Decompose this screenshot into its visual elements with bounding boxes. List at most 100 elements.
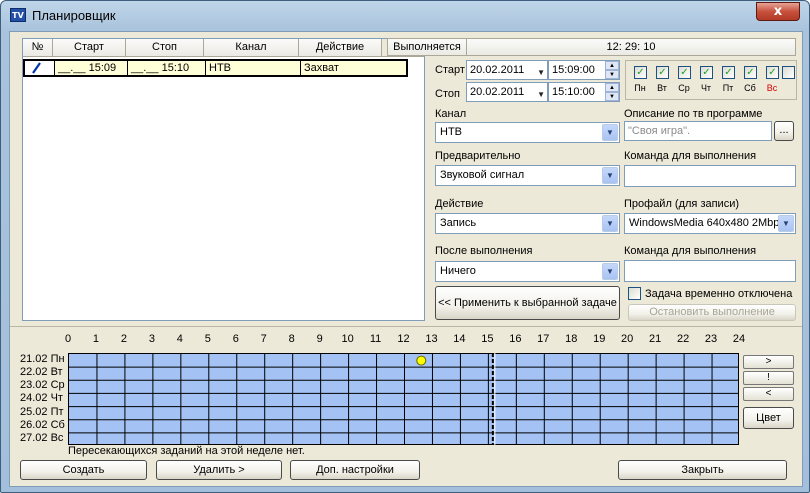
task-list[interactable]: № Старт Стоп Канал Действие __.__ 15:09 … [22,38,425,321]
hour-label: 21 [649,333,662,345]
cmd2-input[interactable] [624,260,796,282]
window-title: Планировщик [32,8,116,23]
start-time-input[interactable]: 15:09:00 ▲ ▼ [548,60,620,80]
app-tv-icon: TV [10,8,26,22]
day-checkbox-sat[interactable]: ✓ [744,66,757,79]
hour-label: 11 [369,333,382,345]
extra-settings-button[interactable]: Доп. настройки [290,460,420,480]
current-time-clock: 12: 29: 10 [466,38,796,56]
all-days-checkbox[interactable] [782,66,795,79]
spin-down-icon[interactable]: ▼ [605,70,619,79]
day-row-label: 23.02 Ср [20,379,65,392]
pre-select[interactable]: Звуковой сигнал ▼ [435,165,620,186]
day-row-label: 27.02 Вс [20,431,64,444]
chevron-down-icon[interactable]: ▼ [778,215,794,232]
stop-time-input[interactable]: 15:10:00 ▲ ▼ [548,82,620,102]
cmd1-label: Команда для выполнения [624,150,757,162]
day-checkbox-fri[interactable]: ✓ [722,66,735,79]
col-action[interactable]: Действие [299,39,382,56]
hour-label: 19 [593,333,606,345]
col-start[interactable]: Старт [53,39,126,56]
hour-label: 2 [120,333,127,345]
next-week-button[interactable]: > [743,355,794,369]
chevron-down-icon[interactable]: ▼ [602,124,618,141]
cmd2-label: Команда для выполнения [624,245,757,257]
col-channel[interactable]: Канал [204,39,299,56]
stop-execution-button[interactable]: Остановить выполнение [628,304,796,321]
col-number[interactable]: № [23,39,53,56]
col-executing[interactable]: Выполняется [387,38,467,56]
day-row-label: 24.02 Чт [20,392,63,405]
disable-task-checkbox[interactable] [628,287,641,300]
channel-select[interactable]: НТВ ▼ [435,122,620,143]
after-select[interactable]: Ничего ▼ [435,261,620,282]
channel-value: НТВ [440,126,462,138]
day-checkbox-sun[interactable]: ✓ [766,66,779,79]
hour-label: 0 [64,333,72,345]
cmd1-input[interactable] [624,165,796,187]
day-checkbox-tue[interactable]: ✓ [656,66,669,79]
spin-down-icon[interactable]: ▼ [605,92,619,101]
hour-label: 9 [316,333,323,345]
title-bar[interactable]: TV Планировщик x [1,1,809,31]
create-button[interactable]: Создать [20,460,147,480]
stop-label: Стоп [435,88,460,100]
day-row-label: 26.02 Сб [20,418,65,431]
spin-up-icon[interactable]: ▲ [605,83,619,92]
day-checkbox-thu[interactable]: ✓ [700,66,713,79]
hour-label: 15 [481,333,494,345]
disable-task-label: Задача временно отключена [645,288,793,300]
action-select[interactable]: Запись ▼ [435,213,620,234]
after-label: После выполнения [435,245,533,257]
browse-button[interactable]: ... [774,121,794,141]
chevron-down-icon: ▼ [537,90,545,99]
description-field[interactable]: "Своя игра". [624,121,772,141]
stop-date-value: 20.02.2011 [470,86,525,98]
stop-time-spinner[interactable]: ▲ ▼ [605,83,619,101]
day-row-label: 22.02 Вт [20,366,63,379]
chevron-down-icon[interactable]: ▼ [602,263,618,280]
start-date-value: 20.02.2011 [470,64,525,76]
day-checkbox-mon[interactable]: ✓ [634,66,647,79]
day-label-thu: Чт [700,83,712,93]
start-time-value: 15:09:00 [552,64,595,76]
hour-label: 4 [176,333,183,345]
hour-label: 23 [704,333,718,345]
apply-to-selected-button[interactable]: << Применить к выбранной задаче [435,286,620,320]
delete-button[interactable]: Удалить > [156,460,282,480]
start-time-spinner[interactable]: ▲ ▼ [605,61,619,79]
profile-select[interactable]: WindowsMedia 640x480 2Mbp: ▼ [624,213,796,234]
stop-date-picker[interactable]: 20.02.2011 ▼ [466,82,548,102]
profile-label: Профайл (для записи) [624,198,740,210]
table-row[interactable]: __.__ 15:09 __.__ 15:10 НТВ Захват [23,59,408,77]
row-stop: __.__ 15:10 [128,61,206,75]
chevron-down-icon[interactable]: ▼ [602,215,618,232]
current-week-button[interactable]: ! [743,371,794,385]
action-value: Запись [440,217,477,229]
week-grid-svg [68,353,739,445]
hour-label: 5 [204,333,211,345]
day-label-sun: Вс [766,83,778,93]
window-close-button[interactable]: x [756,2,800,21]
channel-label: Канал [435,108,467,120]
color-button[interactable]: Цвет [743,407,794,429]
week-timeline-panel: 0 1 2 3 4 5 6 7 8 9 10 11 12 13 14 15 16 17 18 19 20 21 22 23 24… [10,326,802,458]
day-label-tue: Вт [657,83,667,93]
hour-label: 7 [260,333,267,345]
start-date-picker[interactable]: 20.02.2011 ▼ [466,60,548,80]
hour-label: 20 [621,333,634,345]
chevron-down-icon[interactable]: ▼ [602,167,618,184]
hour-label: 14 [453,333,466,345]
close-button[interactable]: Закрыть [618,460,787,480]
hour-label: 1 [92,333,100,345]
after-value: Ничего [440,265,476,277]
spin-up-icon[interactable]: ▲ [605,61,619,70]
hour-label: 8 [288,333,295,345]
scheduler-window: TV Планировщик x № Старт Стоп Канал Дейс… [0,0,810,493]
col-stop[interactable]: Стоп [126,39,204,56]
week-grid[interactable] [68,353,739,445]
pre-label: Предварительно [435,150,521,162]
prev-week-button[interactable]: < [743,387,794,401]
day-label-mon: Пн [634,83,646,93]
day-checkbox-wed[interactable]: ✓ [678,66,691,79]
